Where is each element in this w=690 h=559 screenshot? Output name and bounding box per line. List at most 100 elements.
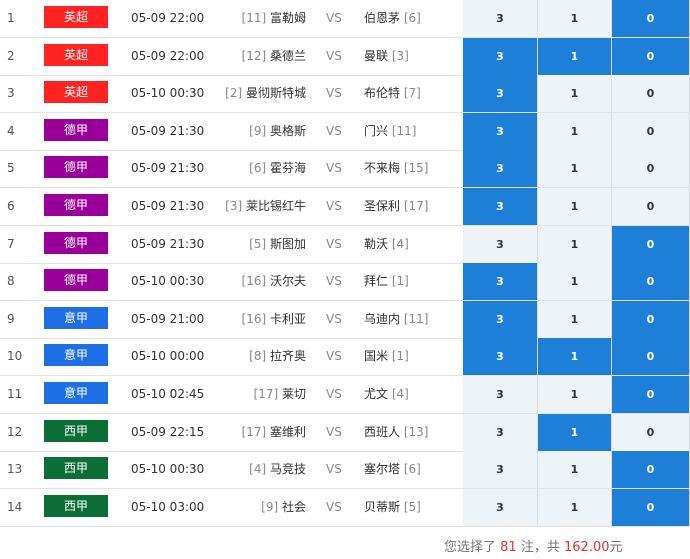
home-rank: [6] <box>249 161 267 176</box>
away-rank: [3] <box>391 48 409 63</box>
option-draw-button[interactable]: 1 <box>538 37 612 75</box>
option-win-button[interactable]: 3 <box>463 300 538 338</box>
league-badge: 德甲 <box>44 231 108 254</box>
home-rank: [5] <box>249 236 267 251</box>
home-team-name: 桑德兰 <box>269 48 306 63</box>
home-team: [11] 富勒姆 <box>200 0 306 37</box>
vs-label: VS <box>326 86 342 101</box>
option-draw-button[interactable]: 1 <box>538 451 612 489</box>
away-rank: [1] <box>391 349 409 364</box>
option-loss-button[interactable]: 0 <box>612 338 690 376</box>
match-time: 05-10 00:30 <box>131 86 205 101</box>
match-row: 11 意甲 05-10 02:45 [17] 莱切 VS 尤文 [4] 3 1 … <box>0 376 690 414</box>
match-row: 9 意甲 05-09 21:00 [16] 卡利亚 VS 乌迪内 [11] 3 … <box>0 300 690 339</box>
option-win-button[interactable]: 3 <box>463 0 538 37</box>
option-loss-button[interactable]: 0 <box>612 413 690 451</box>
option-win-button[interactable]: 3 <box>463 188 538 225</box>
option-win-button[interactable]: 3 <box>463 376 538 413</box>
away-team: 不来梅 [15] <box>364 150 428 187</box>
away-team: 门兴 [11] <box>364 113 416 150</box>
away-team: 国米 [1] <box>364 338 409 375</box>
league-badge: 英超 <box>44 43 108 66</box>
match-time: 05-09 22:15 <box>131 424 205 439</box>
option-draw-button[interactable]: 1 <box>538 488 612 526</box>
vs-label: VS <box>326 462 342 477</box>
away-rank: [6] <box>403 11 421 25</box>
home-team-name: 莱比锡红牛 <box>245 199 306 213</box>
option-win-button[interactable]: 3 <box>463 263 538 301</box>
match-number: 7 <box>7 236 15 251</box>
option-loss-button[interactable]: 0 <box>612 112 690 150</box>
option-win-button[interactable]: 3 <box>463 338 538 376</box>
option-loss-button[interactable]: 0 <box>612 451 690 489</box>
option-loss-button[interactable]: 0 <box>612 300 690 338</box>
option-draw-button[interactable]: 1 <box>538 338 612 376</box>
option-loss-button[interactable]: 0 <box>612 225 690 263</box>
away-rank: [15] <box>403 161 429 176</box>
match-time: 05-10 00:30 <box>131 274 205 289</box>
option-loss-button[interactable]: 0 <box>612 263 690 301</box>
match-number: 2 <box>7 48 15 63</box>
home-rank: [3] <box>225 199 243 213</box>
option-loss-button[interactable]: 0 <box>612 37 690 75</box>
away-team-name: 不来梅 <box>364 161 401 176</box>
option-win-button[interactable]: 3 <box>463 112 538 150</box>
option-loss-button[interactable]: 0 <box>612 188 690 225</box>
league-badge: 德甲 <box>44 118 108 141</box>
option-draw-button[interactable]: 1 <box>538 413 612 451</box>
option-draw-button[interactable]: 1 <box>538 300 612 338</box>
away-team: 尤文 [4] <box>364 376 409 413</box>
option-draw-button[interactable]: 1 <box>538 112 612 150</box>
home-rank: [2] <box>225 86 243 101</box>
summary-mid: 注，共 <box>520 540 560 555</box>
away-rank: [1] <box>391 274 409 289</box>
match-time: 05-09 22:00 <box>131 48 205 63</box>
home-team: [17] 塞维利 <box>200 414 306 451</box>
home-rank: [4] <box>249 462 267 477</box>
home-team: [16] 卡利亚 <box>200 301 306 338</box>
vs-label: VS <box>326 311 342 326</box>
match-row: 3 英超 05-10 00:30 [2] 曼彻斯特城 VS 布伦特 [7] 3 … <box>0 75 690 114</box>
home-rank: [9] <box>261 499 279 514</box>
option-draw-button[interactable]: 1 <box>538 75 612 113</box>
match-row: 13 西甲 05-10 00:30 [4] 马竞技 VS 塞尔塔 [6] 3 1… <box>0 451 690 490</box>
option-draw-button[interactable]: 1 <box>538 188 612 225</box>
option-win-button[interactable]: 3 <box>463 150 538 188</box>
option-draw-button[interactable]: 1 <box>538 225 612 263</box>
away-team-name: 国米 <box>364 349 389 364</box>
option-draw-button[interactable]: 1 <box>538 263 612 301</box>
option-loss-button[interactable]: 0 <box>612 150 690 188</box>
option-draw-button[interactable]: 1 <box>538 376 612 413</box>
option-win-button[interactable]: 3 <box>463 451 538 489</box>
option-draw-button[interactable]: 1 <box>538 0 612 37</box>
option-loss-button[interactable]: 0 <box>612 376 690 413</box>
option-loss-button[interactable]: 0 <box>612 488 690 526</box>
home-team: [5] 斯图加 <box>200 226 306 263</box>
vs-label: VS <box>326 48 342 63</box>
away-rank: [4] <box>391 236 409 251</box>
home-team-name: 奥格斯 <box>269 123 306 138</box>
option-win-button[interactable]: 3 <box>463 75 538 113</box>
away-team: 拜仁 [1] <box>364 263 409 300</box>
match-row: 7 德甲 05-09 21:30 [5] 斯图加 VS 勒沃 [4] 3 1 0 <box>0 225 690 264</box>
vs-label: VS <box>326 161 342 176</box>
home-team: [4] 马竞技 <box>200 451 306 488</box>
bet-count: 81 <box>500 540 517 555</box>
vs-label: VS <box>326 274 342 289</box>
option-win-button[interactable]: 3 <box>463 413 538 451</box>
away-team: 布伦特 [7] <box>364 75 421 112</box>
option-draw-button[interactable]: 1 <box>538 150 612 188</box>
option-win-button[interactable]: 3 <box>463 225 538 263</box>
home-rank: [8] <box>249 349 267 364</box>
match-number: 12 <box>7 424 23 439</box>
bet-amount: 162.00 <box>564 540 610 555</box>
option-loss-button[interactable]: 0 <box>612 75 690 113</box>
option-win-button[interactable]: 3 <box>463 37 538 75</box>
away-team: 伯恩茅 [6] <box>364 0 421 37</box>
option-loss-button[interactable]: 0 <box>612 0 690 37</box>
league-badge: 西甲 <box>44 494 108 517</box>
league-badge: 德甲 <box>44 269 108 292</box>
match-time: 05-10 02:45 <box>131 387 205 401</box>
option-win-button[interactable]: 3 <box>463 488 538 526</box>
away-team: 贝蒂斯 [5] <box>364 489 421 526</box>
